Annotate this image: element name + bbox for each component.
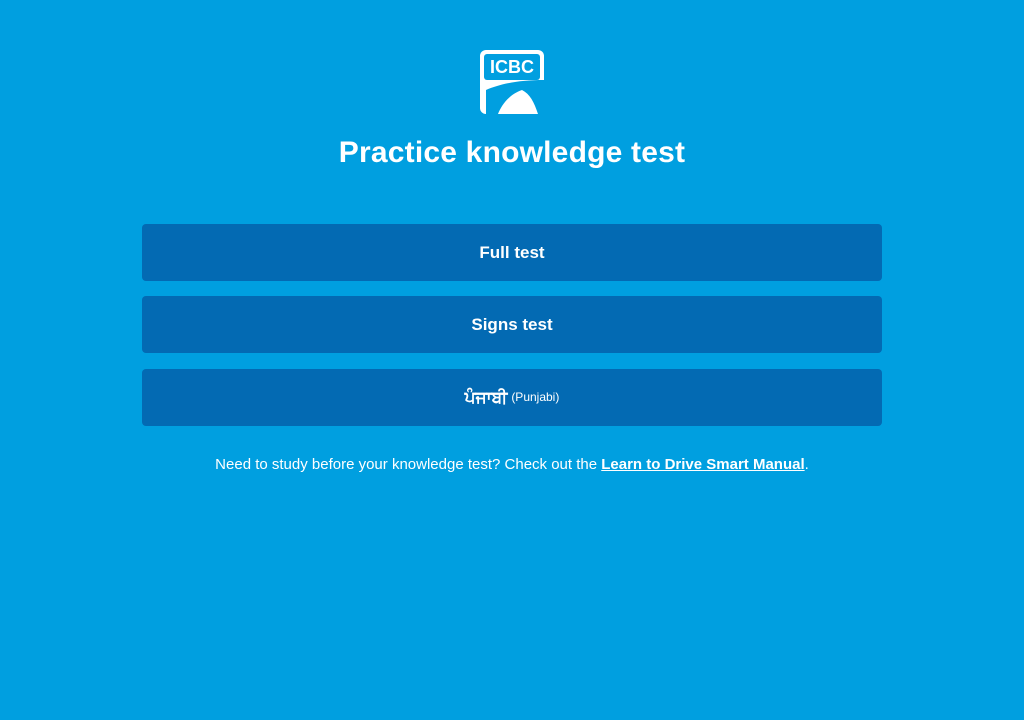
logo-text: ICBC [490,57,534,77]
icbc-logo: ICBC [480,50,544,114]
punjabi-test-button[interactable]: ਪੰਜਾਬੀ (Punjabi) [142,369,882,426]
signs-test-button[interactable]: Signs test [142,296,882,353]
full-test-button[interactable]: Full test [142,224,882,281]
study-note: Need to study before your knowledge test… [0,456,1024,473]
study-note-text: Need to study before your knowledge test… [215,456,602,473]
study-note-suffix: . [804,456,809,473]
page: ICBC Practice knowledge test Full test S… [0,0,1024,720]
learn-to-drive-smart-manual-link[interactable]: Learn to Drive Smart Manual [601,456,804,473]
punjabi-sublabel: (Punjabi) [511,389,560,404]
icbc-logo-icon: ICBC [480,50,544,114]
page-title: Practice knowledge test [338,136,686,169]
punjabi-label: ਪੰਜਾਬੀ [464,387,508,408]
